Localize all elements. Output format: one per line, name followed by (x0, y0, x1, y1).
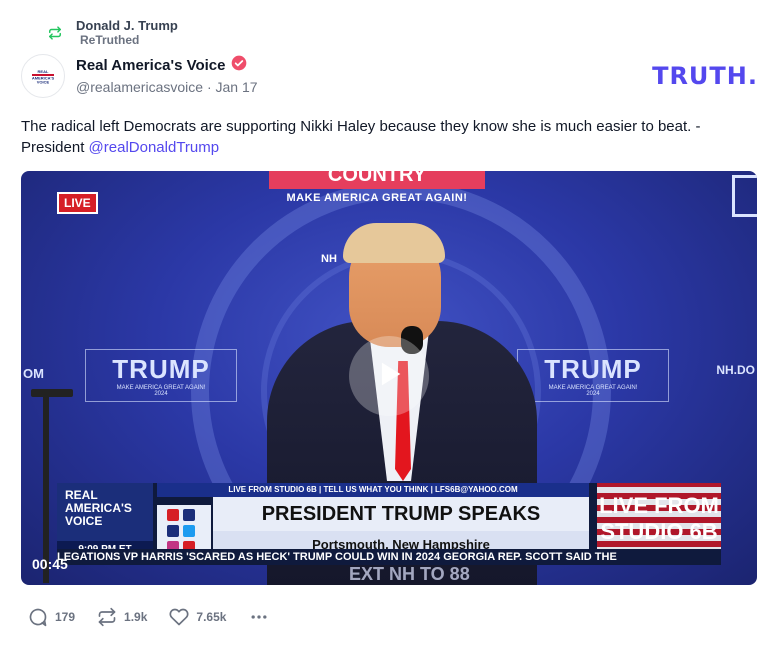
banner-top: COUNTRY (269, 171, 485, 189)
retruth-user-link[interactable]: Donald J. Trump (76, 18, 178, 33)
retruth-icon (97, 607, 117, 627)
lower-third: REAL AMERICA'S VOICE 9:09 PM ET LIVE FRO… (57, 483, 721, 559)
retruth-action-label: ReTruthed (80, 33, 140, 47)
mention-link[interactable]: @realDonaldTrump (89, 139, 220, 156)
trump-sign-year: 2024 (586, 391, 600, 397)
author-meta: @realamericasvoice · Jan 17 (76, 79, 258, 95)
truth-logo[interactable]: TRUTH. (652, 62, 758, 90)
play-icon (372, 357, 406, 396)
trump-sign-left: TRUMP MAKE AMERICA GREAT AGAIN! 2024 (85, 349, 237, 402)
nh-text: NH (321, 253, 337, 265)
avatar[interactable]: REAL AMERICA'S VOICE (21, 54, 65, 98)
trump-sign-right: TRUMP MAKE AMERICA GREAT AGAIN! 2024 (517, 349, 669, 402)
live-badge: LIVE (57, 192, 98, 214)
retruth-button[interactable]: 1.9k (97, 607, 147, 627)
reply-count: 179 (55, 610, 76, 624)
side-text-left: OM (23, 366, 44, 381)
trump-sign-title: TRUMP (544, 354, 642, 384)
studio-logo: LIVE FROM STUDIO 6B (597, 483, 721, 559)
lower-third-headline: PRESIDENT TRUMP SPEAKS (213, 497, 589, 531)
more-button[interactable] (248, 607, 270, 627)
like-icon (169, 607, 189, 627)
video-player[interactable]: COUNTRY MAKE AMERICA GREAT AGAIN! NH LIV… (21, 171, 757, 585)
post-actions: 179 1.9k 7.65k (28, 607, 270, 627)
trump-sign-year: 2024 (154, 391, 168, 397)
side-text-right: NH.DO (716, 363, 755, 377)
svg-text:VOICE: VOICE (37, 80, 50, 85)
retruth-line: Donald J. Trump ReTruthed (48, 18, 178, 47)
lower-third-ribbon: LIVE FROM STUDIO 6B | TELL US WHAT YOU T… (157, 483, 589, 497)
more-icon (248, 607, 270, 627)
author-name-row[interactable]: Real America's Voice (76, 55, 247, 75)
author-name[interactable]: Real America's Voice (76, 57, 225, 74)
author-handle[interactable]: @realamericasvoice (76, 79, 203, 95)
play-button[interactable] (349, 336, 429, 416)
post-text: The radical left Democrats are supportin… (21, 116, 761, 158)
reply-icon (28, 607, 48, 627)
retruth-count: 1.9k (124, 610, 148, 624)
reply-button[interactable]: 179 (28, 607, 75, 627)
like-button[interactable]: 7.65k (169, 607, 226, 627)
corner-logo-icon (732, 175, 757, 217)
news-ticker: LEGATIONS VP HARRIS 'SCARED AS HECK' TRU… (57, 549, 721, 565)
post-date[interactable]: Jan 17 (216, 79, 258, 95)
verified-badge-icon (231, 55, 247, 75)
svg-text:REAL: REAL (38, 69, 49, 74)
meta-separator: · (206, 79, 216, 95)
like-count: 7.65k (196, 610, 227, 624)
microphone-stand-top (31, 389, 73, 397)
speaker-hair (343, 223, 445, 263)
trump-sign-title: TRUMP (112, 354, 210, 384)
video-duration: 00:45 (32, 556, 68, 572)
crowd-sign-text: EXT NH TO 88 (349, 564, 470, 584)
maga-text: MAKE AMERICA GREAT AGAIN! (286, 192, 468, 204)
retruth-icon (48, 25, 62, 40)
microphone-stand (43, 393, 49, 583)
